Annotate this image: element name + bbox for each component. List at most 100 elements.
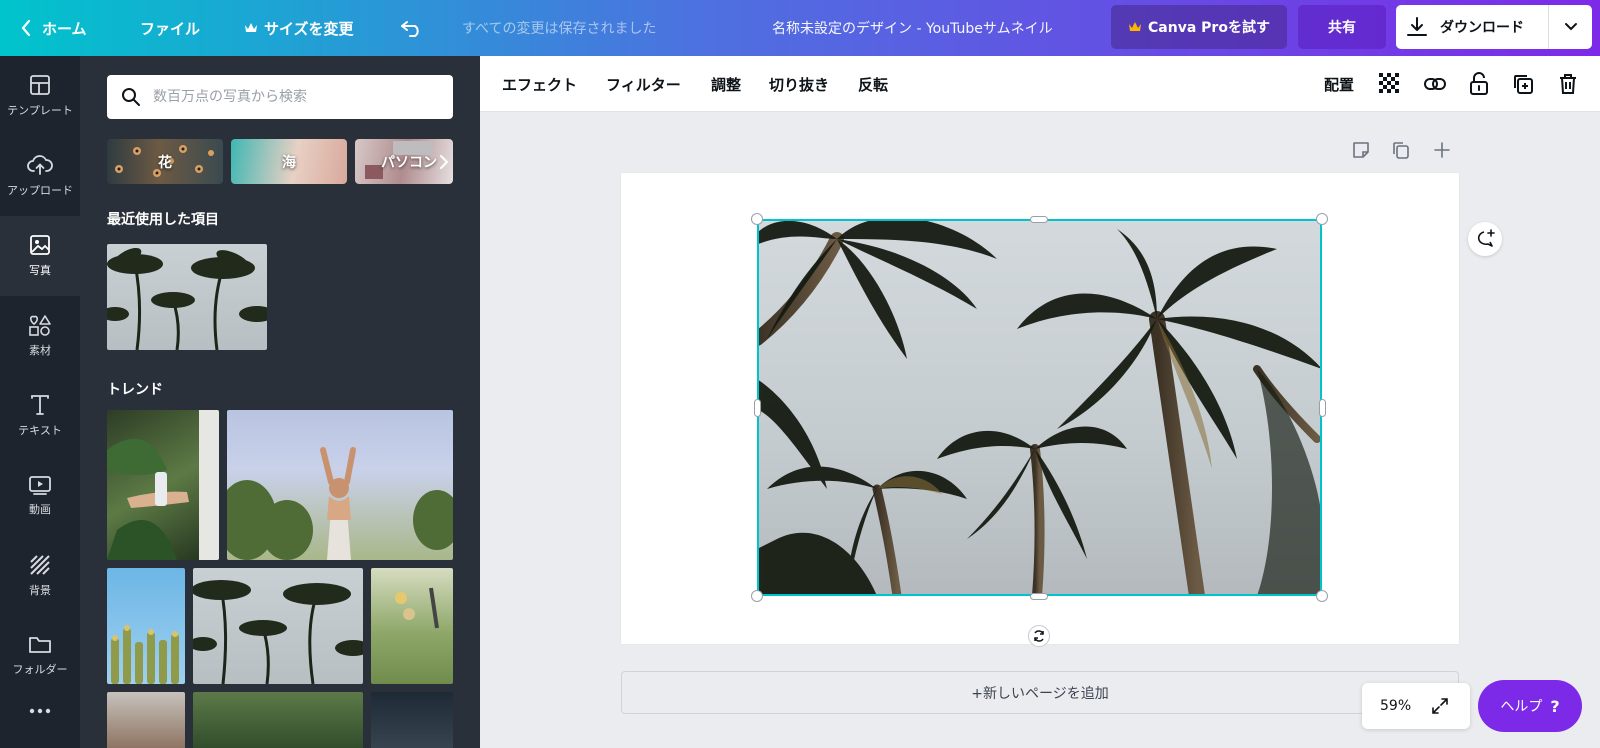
save-status-text: すべての変更は保存されました (462, 21, 657, 37)
link-icon (1424, 78, 1446, 90)
share-label: 共有 (1328, 20, 1356, 36)
chevron-left-icon (21, 19, 31, 37)
link-button[interactable] (1421, 70, 1449, 98)
chip-sea-label: 海 (282, 154, 296, 171)
file-menu-button[interactable]: ファイル (140, 0, 200, 56)
search-icon (122, 88, 140, 106)
nav-uploads-label: アップロード (7, 184, 73, 197)
arrange-button[interactable]: 配置 (1324, 56, 1354, 112)
nav-videos-label: 動画 (29, 503, 51, 516)
nav-background[interactable]: 背景 (0, 536, 80, 616)
resize-handle-right[interactable] (1319, 399, 1326, 417)
trend-photo-cactus[interactable] (107, 568, 185, 684)
left-navigation: テンプレート アップロード 写真 素材 テキスト 動画 背景 フォルダー (0, 56, 80, 748)
chip-sea[interactable]: 海 (231, 139, 347, 184)
rotate-handle[interactable] (1028, 625, 1050, 647)
comment-add-icon (1477, 229, 1495, 247)
trend-photo-woman[interactable] (227, 410, 453, 560)
chip-flower[interactable]: 花 (107, 139, 223, 184)
kids-playing-image (395, 587, 439, 629)
transparency-icon (1379, 73, 1399, 93)
duplicate-icon (1514, 75, 1533, 94)
filter-button[interactable]: フィルター (606, 56, 681, 112)
photo-search-box[interactable] (107, 75, 453, 119)
flip-button[interactable]: 反転 (858, 56, 888, 112)
lock-button[interactable] (1465, 70, 1493, 98)
trend-section-title: トレンド (107, 382, 163, 398)
nav-folders[interactable]: フォルダー (0, 616, 80, 696)
nav-elements[interactable]: 素材 (0, 296, 80, 376)
nav-uploads[interactable]: アップロード (0, 136, 80, 216)
resize-handle-bottom-right[interactable] (1316, 590, 1328, 602)
recent-photo-palms[interactable] (107, 244, 267, 350)
add-page-label: +新しいページを追加 (971, 685, 1109, 702)
nav-text[interactable]: テキスト (0, 376, 80, 456)
woman-stretching-image (227, 447, 453, 560)
cactus-image (111, 625, 179, 684)
more-dots-icon (29, 708, 51, 714)
file-label: ファイル (140, 19, 201, 38)
nav-templates[interactable]: テンプレート (0, 56, 80, 136)
add-comment-button[interactable] (1468, 222, 1502, 256)
try-pro-button[interactable]: Canva Proを試す (1111, 5, 1287, 49)
top-bar: ホーム ファイル サイズを変更 すべての変更は保存されました 名称未設定のデザイ… (0, 0, 1600, 56)
resize-handle-left[interactable] (754, 399, 761, 417)
canvas-photo-palms[interactable] (757, 219, 1322, 596)
add-page-plus-button[interactable] (1432, 140, 1452, 164)
adjust-button[interactable]: 調整 (711, 56, 741, 112)
duplicate-page-button[interactable] (1391, 140, 1411, 164)
chip-computer-label: パソコン (381, 154, 437, 171)
resize-handle-top[interactable] (1030, 216, 1048, 223)
download-button[interactable]: ダウンロード (1396, 5, 1548, 49)
upload-cloud-icon (27, 155, 53, 175)
arrange-label: 配置 (1324, 75, 1355, 94)
home-button[interactable]: ホーム (20, 0, 87, 56)
chevron-down-icon (1564, 23, 1577, 31)
add-new-page-button[interactable]: +新しいページを追加 (621, 671, 1459, 714)
trend-photo-kids[interactable] (371, 568, 453, 684)
nav-photos-label: 写真 (29, 264, 51, 277)
download-options-button[interactable] (1548, 5, 1592, 49)
unlock-icon (1470, 72, 1488, 95)
transparency-button[interactable] (1376, 70, 1404, 98)
effects-label: エフェクト (502, 75, 578, 94)
adjust-label: 調整 (711, 75, 742, 94)
crown-icon (1129, 22, 1142, 31)
fullscreen-icon[interactable] (1431, 697, 1449, 715)
design-title[interactable]: 名称未設定のデザイン - YouTubeサムネイル (772, 0, 1090, 56)
delete-button[interactable] (1554, 70, 1582, 98)
share-button[interactable]: 共有 (1298, 5, 1386, 49)
download-label: ダウンロード (1440, 20, 1524, 36)
effects-button[interactable]: エフェクト (502, 56, 577, 112)
nav-more[interactable] (0, 696, 80, 748)
chips-next-button[interactable] (433, 139, 455, 184)
nav-folders-label: フォルダー (12, 663, 68, 676)
palm-trees-image (107, 247, 267, 350)
trend-photo-forest[interactable] (193, 692, 363, 748)
duplicate-button[interactable] (1509, 70, 1537, 98)
crop-label: 切り抜き (769, 75, 830, 94)
resize-button[interactable]: サイズを変更 (244, 0, 354, 56)
palm-trees-image (193, 580, 363, 684)
undo-button[interactable] (400, 0, 424, 56)
nav-videos[interactable]: 動画 (0, 456, 80, 536)
resize-handle-top-left[interactable] (751, 213, 763, 225)
nav-text-label: テキスト (18, 424, 62, 437)
nav-elements-label: 素材 (29, 344, 51, 357)
resize-handle-bottom-left[interactable] (751, 590, 763, 602)
trend-photo-palms[interactable] (193, 568, 363, 684)
page-note-button[interactable] (1351, 140, 1371, 164)
trend-photo-hand[interactable] (107, 410, 219, 560)
trend-photo-mountains[interactable] (107, 692, 185, 748)
help-button[interactable]: ヘルプ ? (1478, 680, 1582, 732)
folder-icon (29, 637, 51, 653)
zoom-control[interactable]: 59% (1362, 683, 1470, 729)
photo-search-input[interactable] (153, 89, 433, 105)
background-icon (30, 555, 50, 575)
nav-photos[interactable]: 写真 (0, 216, 80, 296)
trend-photo-portrait[interactable] (371, 692, 453, 748)
resize-handle-bottom[interactable] (1030, 593, 1048, 600)
video-icon (29, 476, 51, 495)
resize-handle-top-right[interactable] (1316, 213, 1328, 225)
crop-button[interactable]: 切り抜き (769, 56, 829, 112)
